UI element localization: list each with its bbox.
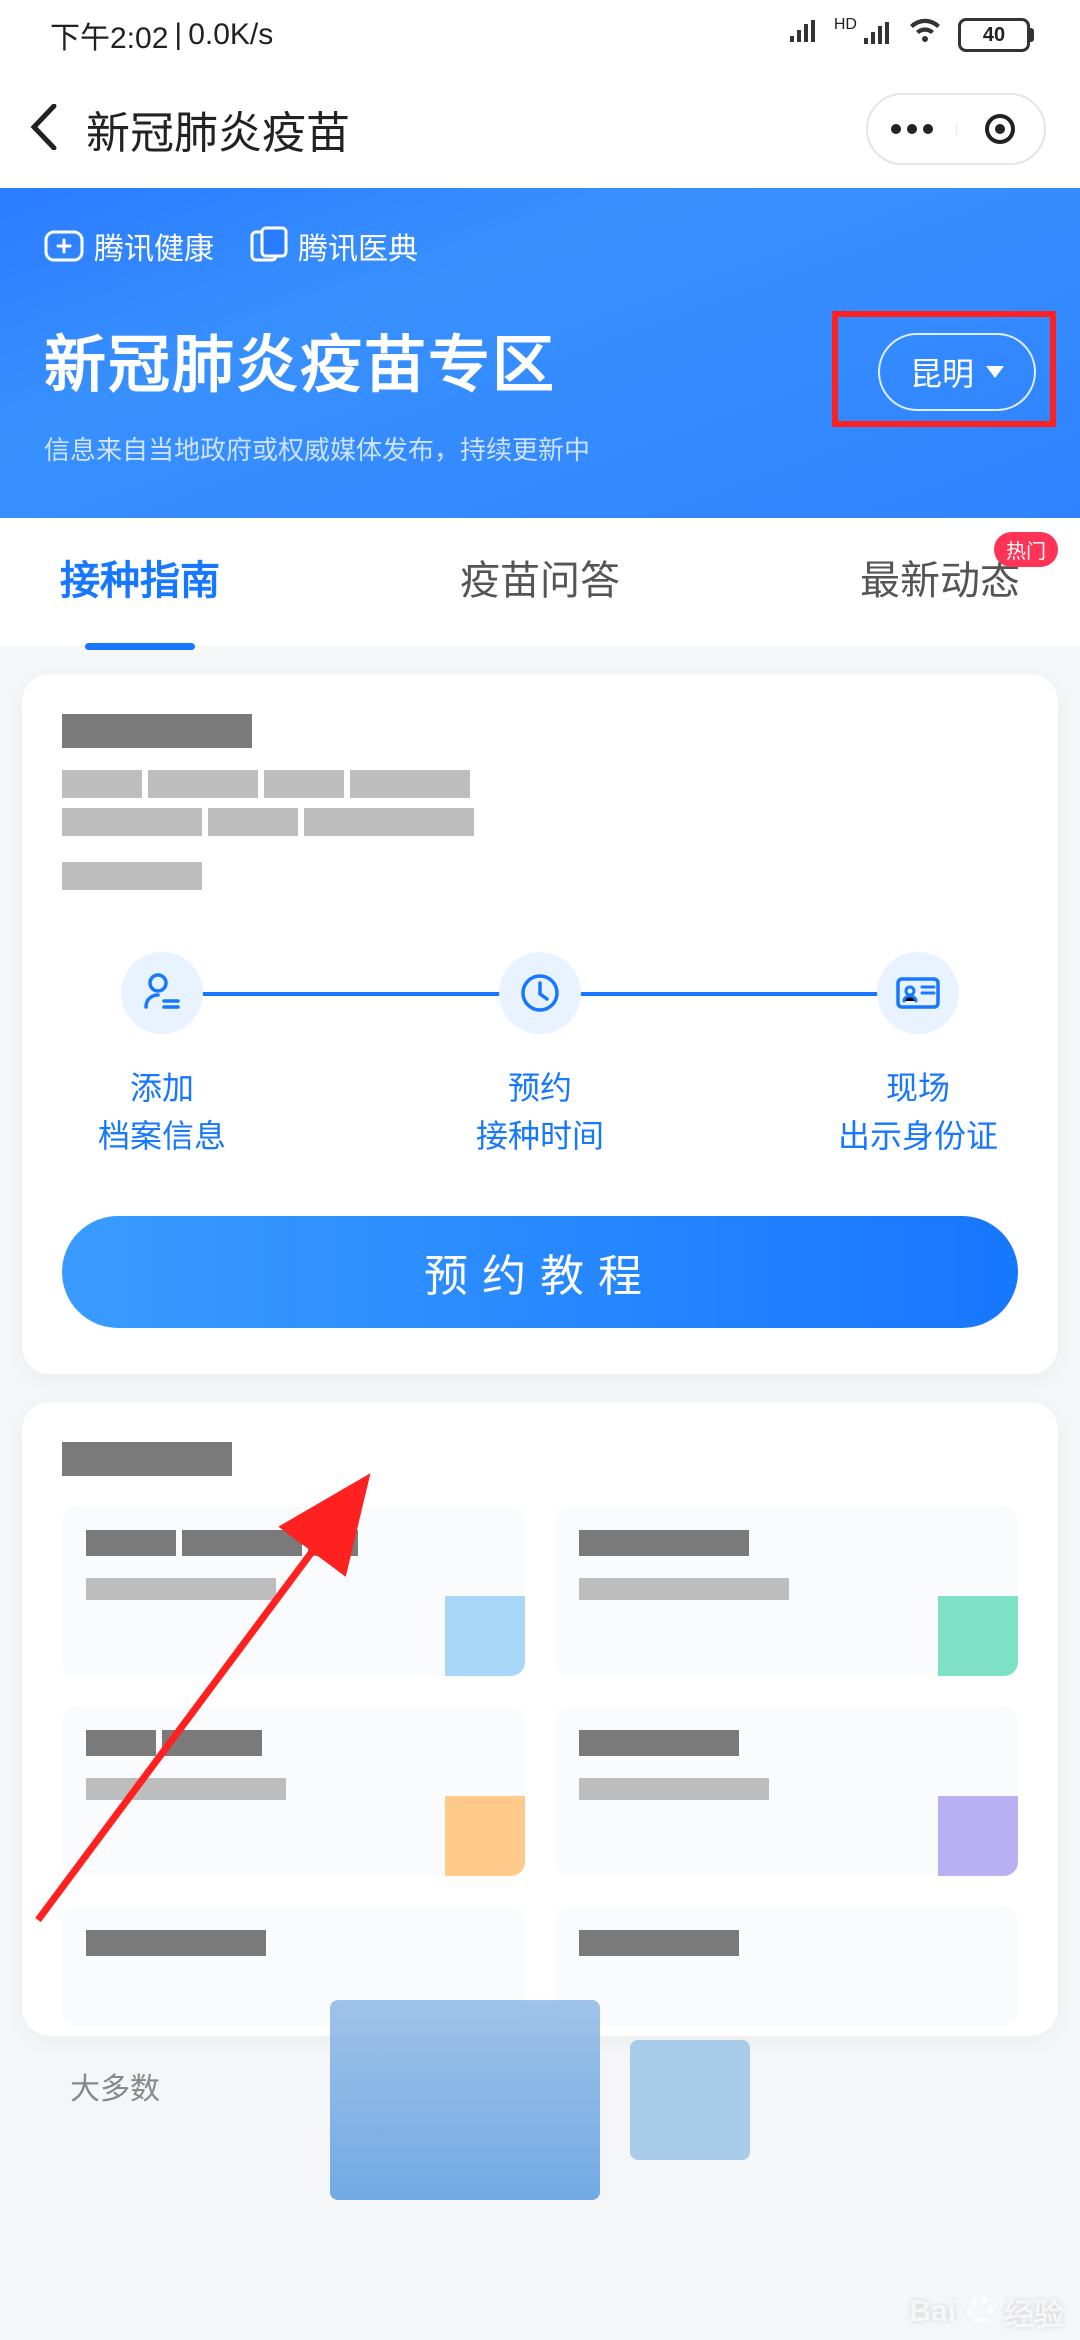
tab-guide[interactable]: 接种指南 — [60, 548, 220, 616]
grid-item-3[interactable] — [62, 1706, 525, 1876]
hero-subtitle: 信息来自当地政府或权威媒体发布，持续更新中 — [44, 430, 1036, 467]
tutorial-button[interactable]: 预约教程 — [62, 1216, 1018, 1328]
tab-qa[interactable]: 疫苗问答 — [460, 548, 620, 616]
step-flow: 添加 档案信息 预约 接种时间 现场 出示身份证 — [62, 952, 1018, 1160]
watermark: Bai 经验 — [909, 2290, 1064, 2334]
tab-bar: 接种指南 疫苗问答 最新动态 热门 — [0, 518, 1080, 646]
wifi-icon — [908, 18, 942, 52]
annotation-highlight-box — [832, 311, 1056, 427]
more-button[interactable] — [868, 123, 957, 135]
grid-item-5[interactable] — [62, 1906, 525, 2026]
info-grid-card — [22, 1402, 1058, 2036]
clock-icon — [499, 952, 581, 1034]
back-button[interactable] — [30, 104, 58, 155]
tab-news[interactable]: 最新动态 热门 — [860, 548, 1020, 616]
id-card-icon — [877, 952, 959, 1034]
battery-indicator: 40 — [958, 18, 1030, 52]
step-3: 现场 出示身份证 — [818, 952, 1018, 1160]
redacted-content — [62, 714, 1018, 904]
step-2: 预约 接种时间 — [440, 952, 640, 1160]
page-title: 新冠肺炎疫苗 — [86, 97, 350, 161]
hot-badge: 热门 — [994, 532, 1058, 567]
grid-item-4[interactable] — [555, 1706, 1018, 1876]
hero-banner: 腾讯健康 腾讯医典 新冠肺炎疫苗专区 信息来自当地政府或权威媒体发布，持续更新中… — [0, 188, 1080, 518]
status-time: 下午2:02 — [50, 13, 168, 57]
redacted-heading — [62, 1442, 1018, 1476]
mini-program-actions — [866, 93, 1046, 165]
logo-tencent-health: 腾讯健康 — [44, 224, 214, 268]
logo-tencent-medical: 腾讯医典 — [248, 224, 418, 268]
grid-item-1[interactable] — [62, 1506, 525, 1676]
grid-item-6[interactable] — [555, 1906, 1018, 2026]
close-button[interactable] — [957, 113, 1045, 145]
signal-icon — [788, 18, 818, 52]
person-icon — [121, 952, 203, 1034]
hd-signal-icon: HD — [834, 22, 892, 46]
step-1: 添加 档案信息 — [62, 952, 262, 1160]
grid-item-2[interactable] — [555, 1506, 1018, 1676]
footer-text: 大多数 — [70, 2064, 1080, 2108]
status-net-speed: 0.0K/s — [188, 18, 273, 52]
battery-percent: 40 — [983, 24, 1005, 47]
guidance-card: 添加 档案信息 预约 接种时间 现场 出示身份证 预约教程 — [22, 674, 1058, 1374]
nav-bar: 新冠肺炎疫苗 — [0, 70, 1080, 188]
status-bar: 下午2:02 | 0.0K/s HD 40 — [0, 0, 1080, 70]
